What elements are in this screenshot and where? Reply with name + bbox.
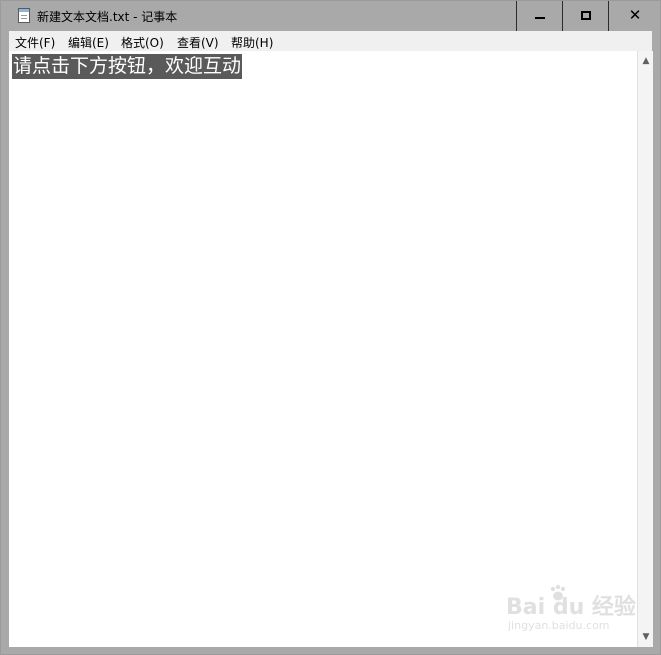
menu-edit[interactable]: 编辑(E) xyxy=(68,34,109,51)
window-title: 新建文本文档.txt - 记事本 xyxy=(37,10,178,24)
maximize-button[interactable] xyxy=(562,1,608,31)
minimize-button[interactable] xyxy=(516,1,562,31)
maximize-icon xyxy=(581,11,591,20)
minimize-icon xyxy=(535,17,545,19)
close-button[interactable]: ✕ xyxy=(608,1,660,31)
watermark-brand: Bai du 经验 xyxy=(506,595,636,620)
window-frame-left xyxy=(1,31,9,647)
menu-format[interactable]: 格式(O) xyxy=(121,34,164,51)
scroll-down-icon[interactable]: ▼ xyxy=(638,629,654,645)
paw-icon xyxy=(550,584,566,601)
close-icon: ✕ xyxy=(628,6,642,24)
vertical-scrollbar[interactable]: ▲ ▼ xyxy=(637,51,653,647)
menu-help[interactable]: 帮助(H) xyxy=(231,34,273,51)
watermark-url: jingyan.baidu.com xyxy=(508,619,610,632)
window-frame-bottom xyxy=(1,647,660,654)
menu-file[interactable]: 文件(F) xyxy=(15,34,55,51)
selected-text[interactable]: 请点击下方按钮，欢迎互动 xyxy=(12,54,243,79)
window-frame-right xyxy=(653,31,660,647)
baidu-watermark: Bai du 经验 jingyan.baidu.com xyxy=(506,584,636,639)
notepad-window: 新建文本文档.txt - 记事本 ✕ 文件(F) 编辑(E) 格式(O) 查看(… xyxy=(0,0,661,655)
notepad-icon[interactable] xyxy=(18,8,30,23)
text-editor[interactable]: 请点击下方按钮，欢迎互动 xyxy=(9,51,637,647)
menu-bar: 文件(F) 编辑(E) 格式(O) 查看(V) 帮助(H) xyxy=(9,31,652,51)
title-bar[interactable]: 新建文本文档.txt - 记事本 ✕ xyxy=(1,1,660,31)
scroll-up-icon[interactable]: ▲ xyxy=(638,53,654,69)
menu-view[interactable]: 查看(V) xyxy=(177,34,219,51)
